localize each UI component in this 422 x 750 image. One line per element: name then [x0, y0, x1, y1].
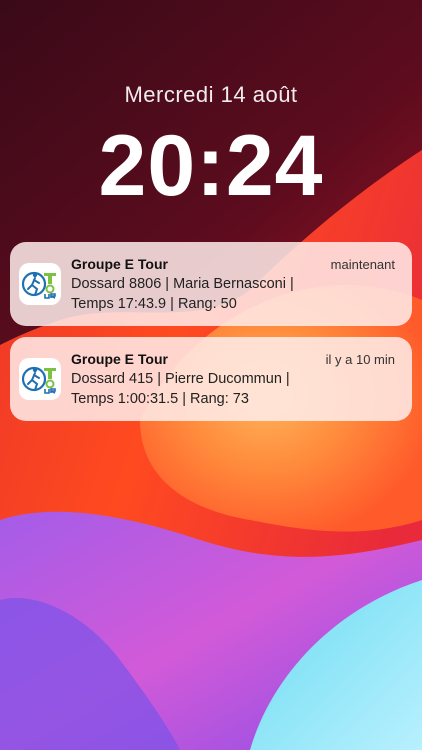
notification-body-line: Dossard 8806 | Maria Bernasconi |	[71, 276, 294, 292]
notification-body-line: Temps 1:00:31.5 | Rang: 73	[71, 391, 249, 407]
notification-app-name: Groupe E Tour	[71, 351, 168, 367]
lockscreen-date: Mercredi 14 août	[124, 82, 298, 107]
notification-timestamp: maintenant	[330, 257, 395, 272]
notification-card[interactable]: Groupe E Tour maintenant Dossard 8806 | …	[10, 242, 412, 326]
lockscreen-time: 20:24	[98, 118, 324, 214]
notification-card[interactable]: Groupe E Tour il y a 10 min Dossard 415 …	[10, 337, 412, 421]
groupe-e-tour-app-icon	[19, 358, 61, 400]
notification-body-line: Temps 17:43.9 | Rang: 50	[71, 296, 237, 312]
notification-body-line: Dossard 415 | Pierre Ducommun |	[71, 371, 290, 387]
groupe-e-tour-app-icon	[19, 263, 61, 305]
notification-timestamp: il y a 10 min	[325, 352, 395, 367]
notification-app-name: Groupe E Tour	[71, 256, 168, 272]
